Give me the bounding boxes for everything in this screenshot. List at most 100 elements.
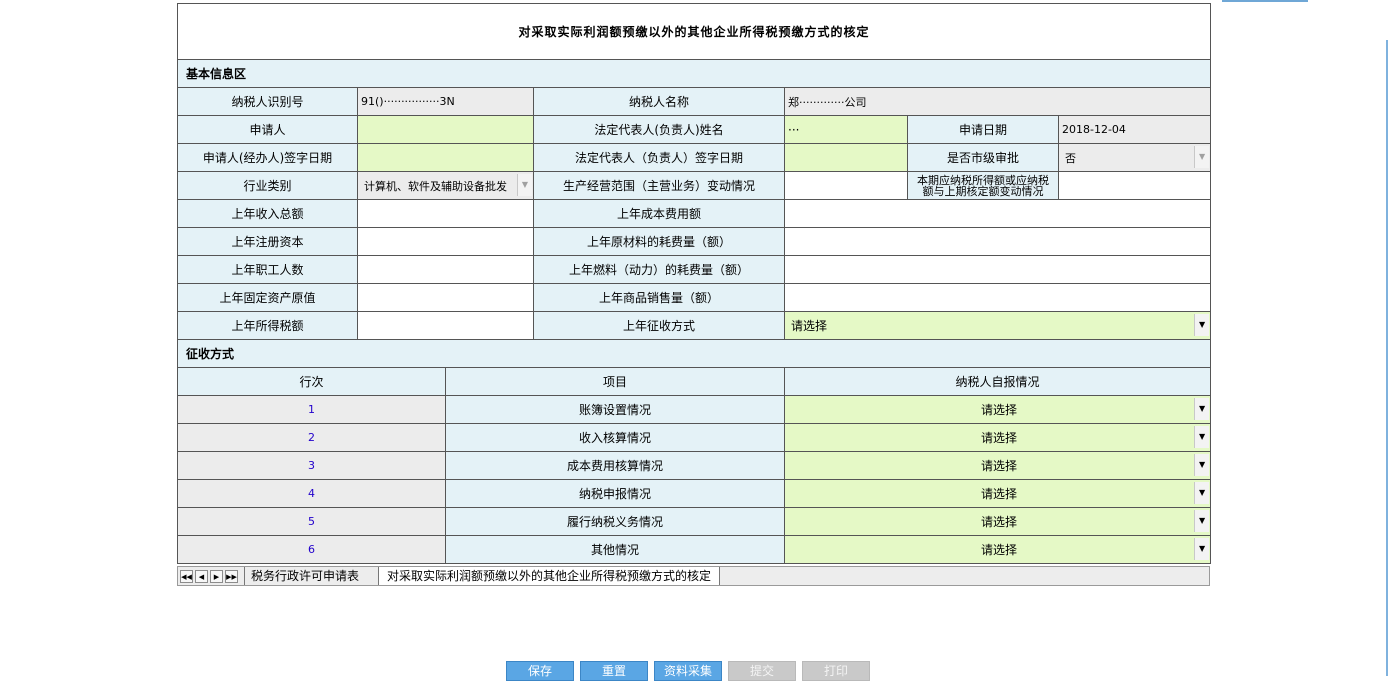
collect-button[interactable]: 资料采集 bbox=[654, 661, 722, 681]
row-number: 4 bbox=[178, 480, 446, 508]
row-report-value: 请选择 bbox=[788, 401, 1210, 418]
applicant-label: 申请人 bbox=[178, 116, 358, 144]
industry-label: 行业类别 bbox=[178, 172, 358, 200]
city-review-value: 否 bbox=[1062, 150, 1210, 166]
scope-change-label: 生产经营范围（主营业务）变动情况 bbox=[534, 172, 785, 200]
last-year-method-label: 上年征收方式 bbox=[534, 312, 785, 340]
tab-prepayment-method[interactable]: 对采取实际利润额预缴以外的其他企业所得税预缴方式的核定 bbox=[378, 567, 720, 585]
header-report: 纳税人自报情况 bbox=[785, 368, 1211, 396]
taxpayer-name-label: 纳税人名称 bbox=[534, 88, 785, 116]
header-item: 项目 bbox=[446, 368, 785, 396]
submit-button[interactable]: 提交 bbox=[728, 661, 796, 681]
form-table: 对采取实际利润额预缴以外的其他企业所得税预缴方式的核定 基本信息区 纳税人识别号… bbox=[177, 3, 1211, 564]
chevron-down-icon[interactable]: ▼ bbox=[517, 174, 532, 196]
row-report-select[interactable]: 请选择 ▼ bbox=[785, 396, 1211, 424]
row-number: 5 bbox=[178, 508, 446, 536]
sheet-tab-bar: ◀◀ ◀ ▶ ▶▶ 税务行政许可申请表 对采取实际利润额预缴以外的其他企业所得税… bbox=[177, 566, 1210, 586]
form-sheet: 对采取实际利润额预缴以外的其他企业所得税预缴方式的核定 基本信息区 纳税人识别号… bbox=[177, 3, 1210, 564]
industry-select[interactable]: 计算机、软件及辅助设备批发 ▼ bbox=[358, 172, 534, 200]
material-label: 上年原材料的耗费量（额） bbox=[534, 228, 785, 256]
row-report-value: 请选择 bbox=[788, 457, 1210, 474]
tax-change-label: 本期应纳税所得额或应纳税 额与上期核定额变动情况 bbox=[908, 172, 1059, 200]
staff-input[interactable] bbox=[358, 256, 534, 284]
sales-input[interactable] bbox=[785, 284, 1211, 312]
collection-section-title: 征收方式 bbox=[178, 340, 1211, 368]
row-report-select[interactable]: 请选择 ▼ bbox=[785, 424, 1211, 452]
save-button[interactable]: 保存 bbox=[506, 661, 574, 681]
chevron-down-icon[interactable]: ▼ bbox=[1194, 426, 1209, 448]
row-report-select[interactable]: 请选择 ▼ bbox=[785, 536, 1211, 564]
chevron-down-icon[interactable]: ▼ bbox=[1194, 454, 1209, 476]
row-item-name: 纳税申报情况 bbox=[446, 480, 785, 508]
chevron-down-icon[interactable]: ▼ bbox=[1194, 146, 1209, 168]
row-report-select[interactable]: 请选择 ▼ bbox=[785, 452, 1211, 480]
taxpayer-id-value: 91()················3N bbox=[358, 88, 534, 116]
chevron-down-icon[interactable]: ▼ bbox=[1194, 398, 1209, 420]
chevron-down-icon[interactable]: ▼ bbox=[1194, 482, 1209, 504]
capital-label: 上年注册资本 bbox=[178, 228, 358, 256]
row-report-value: 请选择 bbox=[788, 541, 1210, 558]
legal-rep-sign-date-input[interactable] bbox=[785, 144, 908, 172]
chevron-down-icon[interactable]: ▼ bbox=[1194, 314, 1209, 336]
city-review-select[interactable]: 否 ▼ bbox=[1059, 144, 1211, 172]
row-item-name: 成本费用核算情况 bbox=[446, 452, 785, 480]
row-report-value: 请选择 bbox=[788, 513, 1210, 530]
top-accent-line bbox=[1222, 0, 1308, 2]
first-sheet-icon[interactable]: ◀◀ bbox=[180, 570, 193, 583]
apply-date-value: 2018-12-04 bbox=[1059, 116, 1211, 144]
basic-info-section-title: 基本信息区 bbox=[178, 60, 1211, 88]
tax-change-input[interactable] bbox=[1059, 172, 1211, 200]
cost-input[interactable] bbox=[785, 200, 1211, 228]
row-item-name: 其他情况 bbox=[446, 536, 785, 564]
capital-input[interactable] bbox=[358, 228, 534, 256]
row-number: 1 bbox=[178, 396, 446, 424]
header-row-no: 行次 bbox=[178, 368, 446, 396]
prev-sheet-icon[interactable]: ◀ bbox=[195, 570, 208, 583]
print-button[interactable]: 打印 bbox=[802, 661, 870, 681]
legal-rep-name-input[interactable]: ··· bbox=[785, 116, 908, 144]
material-input[interactable] bbox=[785, 228, 1211, 256]
apply-date-label: 申请日期 bbox=[908, 116, 1059, 144]
chevron-down-icon[interactable]: ▼ bbox=[1194, 510, 1209, 532]
legal-rep-sign-date-label: 法定代表人（负责人）签字日期 bbox=[534, 144, 785, 172]
taxpayer-id-label: 纳税人识别号 bbox=[178, 88, 358, 116]
row-report-value: 请选择 bbox=[788, 485, 1210, 502]
next-sheet-icon[interactable]: ▶ bbox=[210, 570, 223, 583]
revenue-input[interactable] bbox=[358, 200, 534, 228]
staff-label: 上年职工人数 bbox=[178, 256, 358, 284]
cost-label: 上年成本费用额 bbox=[534, 200, 785, 228]
taxpayer-name-value: 郑·············公司 bbox=[785, 88, 1211, 116]
row-item-name: 收入核算情况 bbox=[446, 424, 785, 452]
row-number: 2 bbox=[178, 424, 446, 452]
row-report-select[interactable]: 请选择 ▼ bbox=[785, 508, 1211, 536]
chevron-down-icon[interactable]: ▼ bbox=[1194, 538, 1209, 560]
last-year-method-value: 请选择 bbox=[788, 317, 1210, 334]
fuel-label: 上年燃料（动力）的耗费量（额） bbox=[534, 256, 785, 284]
applicant-sign-date-label: 申请人(经办人)签字日期 bbox=[178, 144, 358, 172]
city-review-label: 是否市级审批 bbox=[908, 144, 1059, 172]
row-report-select[interactable]: 请选择 ▼ bbox=[785, 480, 1211, 508]
last-year-tax-input[interactable] bbox=[358, 312, 534, 340]
legal-rep-name-label: 法定代表人(负责人)姓名 bbox=[534, 116, 785, 144]
tax-change-label-line2: 额与上期核定额变动情况 bbox=[923, 185, 1044, 198]
applicant-input[interactable] bbox=[358, 116, 534, 144]
last-year-method-select[interactable]: 请选择 ▼ bbox=[785, 312, 1211, 340]
last-sheet-icon[interactable]: ▶▶ bbox=[225, 570, 238, 583]
fixed-assets-input[interactable] bbox=[358, 284, 534, 312]
tab-permit-application[interactable]: 税务行政许可申请表 bbox=[244, 567, 365, 585]
applicant-sign-date-input[interactable] bbox=[358, 144, 534, 172]
scope-change-input[interactable] bbox=[785, 172, 908, 200]
row-number: 6 bbox=[178, 536, 446, 564]
last-year-tax-label: 上年所得税额 bbox=[178, 312, 358, 340]
sales-label: 上年商品销售量（额） bbox=[534, 284, 785, 312]
row-item-name: 履行纳税义务情况 bbox=[446, 508, 785, 536]
row-item-name: 账簿设置情况 bbox=[446, 396, 785, 424]
row-number: 3 bbox=[178, 452, 446, 480]
reset-button[interactable]: 重置 bbox=[580, 661, 648, 681]
revenue-label: 上年收入总额 bbox=[178, 200, 358, 228]
fixed-assets-label: 上年固定资产原值 bbox=[178, 284, 358, 312]
page-title: 对采取实际利润额预缴以外的其他企业所得税预缴方式的核定 bbox=[178, 4, 1211, 60]
row-report-value: 请选择 bbox=[788, 429, 1210, 446]
industry-value: 计算机、软件及辅助设备批发 bbox=[361, 178, 533, 194]
fuel-input[interactable] bbox=[785, 256, 1211, 284]
